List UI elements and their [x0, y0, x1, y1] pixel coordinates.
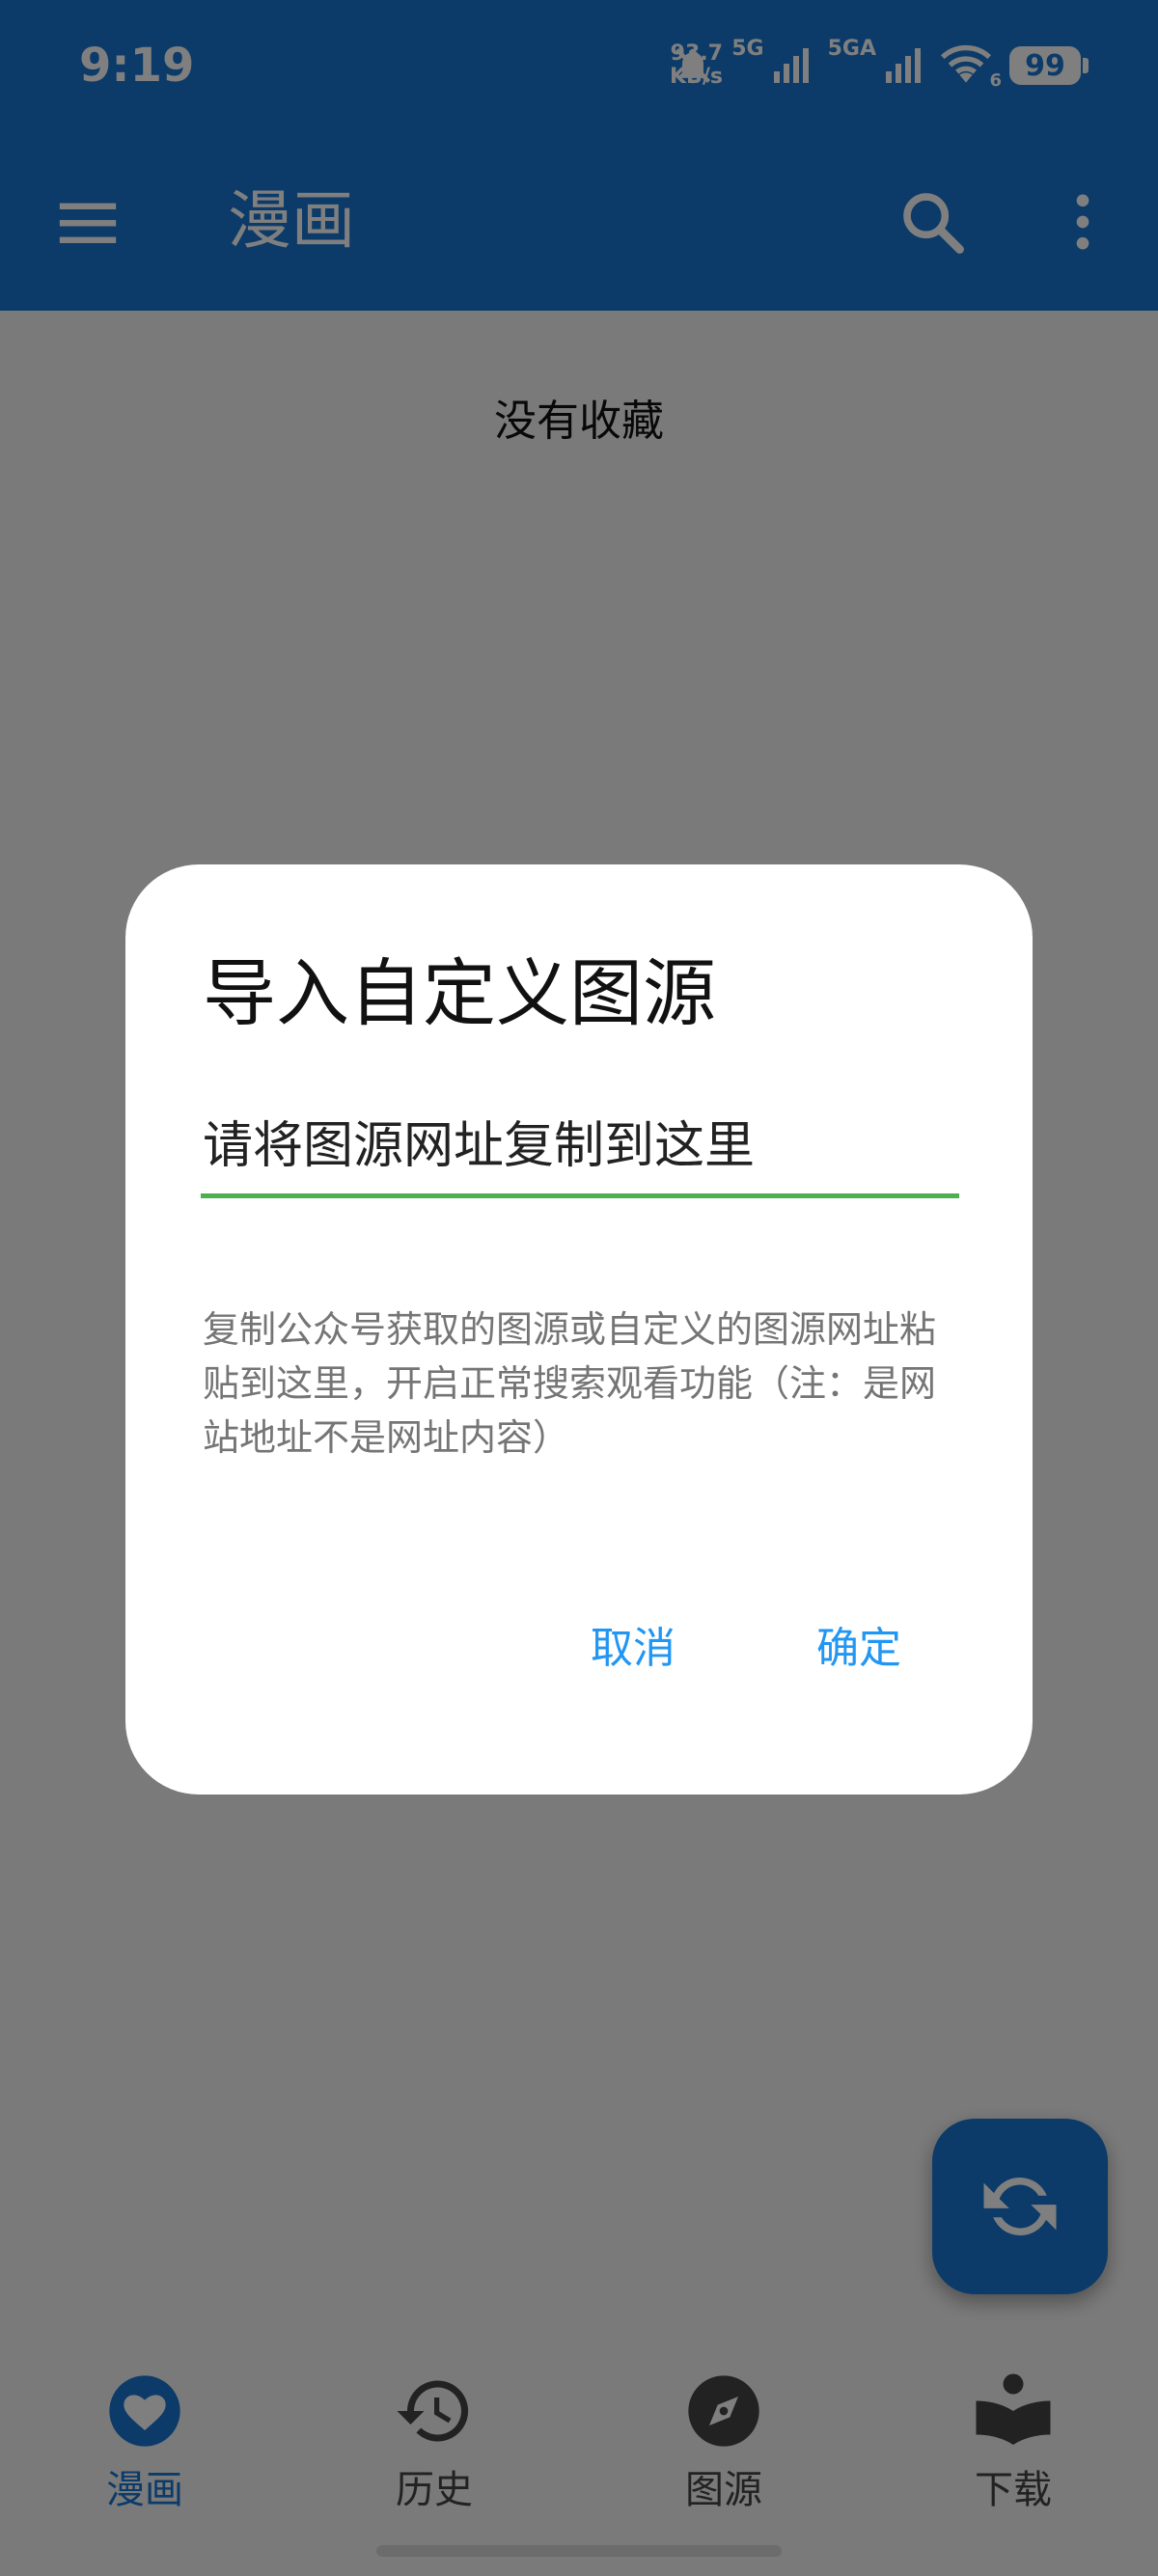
- dialog-title: 导入自定义图源: [203, 950, 716, 1036]
- confirm-button[interactable]: 确定: [811, 1603, 907, 1685]
- cancel-button[interactable]: 取消: [585, 1603, 681, 1685]
- import-source-dialog: 导入自定义图源 复制公众号获取的图源或自定义的图源网址粘贴到这里，开启正常搜索观…: [125, 864, 1033, 1795]
- dialog-hint: 复制公众号获取的图源或自定义的图源网址粘贴到这里，开启正常搜索观看功能（注：是网…: [203, 1308, 937, 1459]
- source-url-input[interactable]: [201, 1108, 959, 1198]
